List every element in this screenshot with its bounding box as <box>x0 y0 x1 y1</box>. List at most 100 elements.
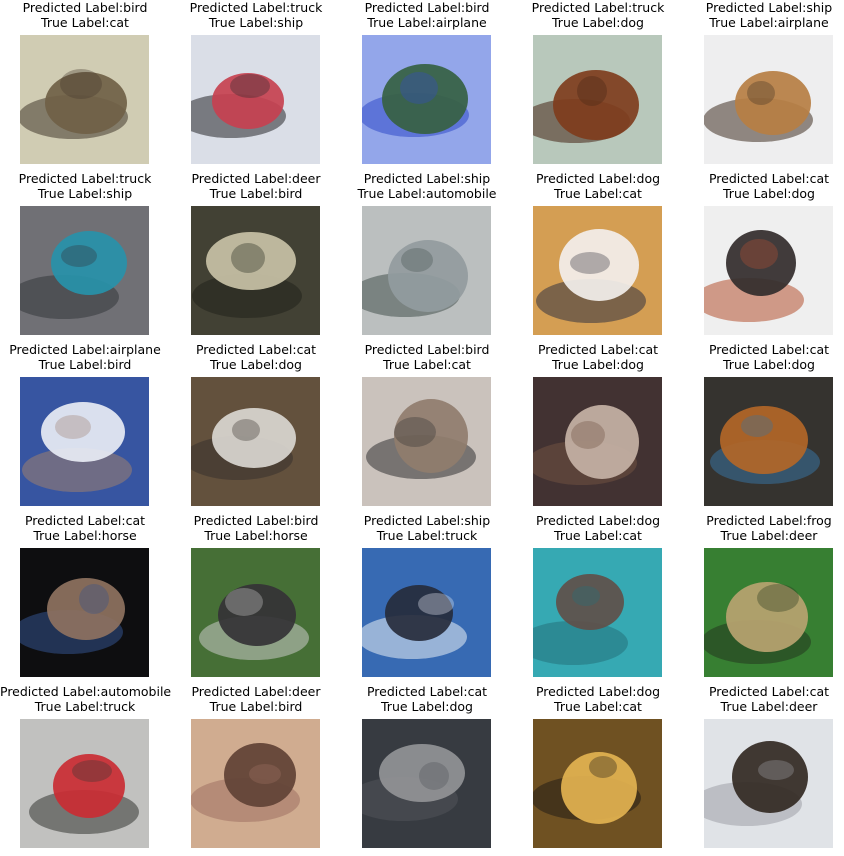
thumbnail-image <box>362 35 491 164</box>
true-label: True Label:deer <box>720 699 818 714</box>
predicted-label: Predicted Label:ship <box>705 0 833 15</box>
thumbnail-image <box>191 548 320 677</box>
thumbnail-graphic <box>533 719 662 848</box>
predicted-label: Predicted Label:bird <box>22 0 148 15</box>
true-label: True Label:dog <box>210 357 302 372</box>
cell-title: Predicted Label:ship True Label:automobil… <box>342 171 512 201</box>
cell-title: Predicted Label:cat True Label:dog <box>342 684 512 714</box>
cell-title: Predicted Label:bird True Label:horse <box>171 513 341 543</box>
thumbnail-graphic <box>704 548 833 677</box>
thumbnail-sheen <box>362 548 491 677</box>
predicted-label: Predicted Label:cat <box>195 342 317 357</box>
thumbnail-sheen <box>191 377 320 506</box>
true-label: True Label:dog <box>723 357 815 372</box>
cell-title: Predicted Label:cat True Label:dog <box>684 342 844 372</box>
cell-title: Predicted Label:cat True Label:dog <box>513 342 683 372</box>
thumbnail-image <box>362 206 491 335</box>
thumbnail-graphic <box>20 35 149 164</box>
thumbnail-sheen <box>20 548 149 677</box>
thumbnail-graphic <box>533 377 662 506</box>
true-label: True Label:deer <box>720 528 818 543</box>
thumbnail-sheen <box>191 719 320 848</box>
predicted-label: Predicted Label:cat <box>366 684 488 699</box>
thumbnail-graphic <box>20 719 149 848</box>
thumbnail-image <box>191 719 320 848</box>
cell-title: Predicted Label:dog True Label:cat <box>513 513 683 543</box>
true-label: True Label:dog <box>552 357 644 372</box>
thumbnail-image <box>533 206 662 335</box>
true-label: True Label:cat <box>41 15 129 30</box>
cell-title: Predicted Label:ship True Label:truck <box>342 513 512 543</box>
thumbnail-sheen <box>191 35 320 164</box>
cell-title: Predicted Label:bird True Label:cat <box>342 342 512 372</box>
thumbnail-graphic <box>533 206 662 335</box>
thumbnail-image <box>191 377 320 506</box>
thumbnail-sheen <box>362 206 491 335</box>
prediction-cell: Predicted Label:cat True Label:dog <box>513 342 683 512</box>
cell-title: Predicted Label:truck True Label:dog <box>513 0 683 30</box>
true-label: True Label:cat <box>554 186 642 201</box>
true-label: True Label:dog <box>552 15 644 30</box>
predicted-label: Predicted Label:deer <box>191 684 321 699</box>
true-label: True Label:cat <box>383 357 471 372</box>
cell-title: Predicted Label:cat True Label:horse <box>0 513 170 543</box>
predicted-label: Predicted Label:deer <box>191 171 321 186</box>
prediction-cell: Predicted Label:bird True Label:cat <box>0 0 170 170</box>
prediction-cell: Predicted Label:airplane True Label:bird <box>0 342 170 512</box>
true-label: True Label:ship <box>208 15 304 30</box>
cell-title: Predicted Label:ship True Label:airplane <box>684 0 844 30</box>
thumbnail-sheen <box>20 719 149 848</box>
predicted-label: Predicted Label:airplane <box>9 342 161 357</box>
true-label: True Label:airplane <box>709 15 829 30</box>
true-label: True Label:dog <box>723 186 815 201</box>
true-label: True Label:dog <box>381 699 473 714</box>
predicted-label: Predicted Label:cat <box>708 342 830 357</box>
predicted-label: Predicted Label:cat <box>708 684 830 699</box>
predicted-label: Predicted Label:cat <box>708 171 830 186</box>
prediction-cell: Predicted Label:bird True Label:cat <box>342 342 512 512</box>
thumbnail-graphic <box>20 206 149 335</box>
true-label: True Label:cat <box>554 699 642 714</box>
thumbnail-sheen <box>533 206 662 335</box>
cell-title: Predicted Label:cat True Label:dog <box>171 342 341 372</box>
prediction-cell: Predicted Label:dog True Label:cat <box>513 171 683 341</box>
thumbnail-sheen <box>362 35 491 164</box>
predicted-label: Predicted Label:frog <box>706 513 832 528</box>
thumbnail-sheen <box>20 206 149 335</box>
thumbnail-sheen <box>191 548 320 677</box>
cell-title: Predicted Label:deer True Label:bird <box>171 684 341 714</box>
prediction-cell: Predicted Label:ship True Label:automobil… <box>342 171 512 341</box>
true-label: True Label:bird <box>209 699 303 714</box>
thumbnail-sheen <box>533 719 662 848</box>
predicted-label: Predicted Label:ship <box>363 171 491 186</box>
thumbnail-graphic <box>704 719 833 848</box>
predicted-label: Predicted Label:truck <box>189 0 323 15</box>
thumbnail-image <box>704 719 833 848</box>
thumbnail-graphic <box>191 719 320 848</box>
thumbnail-sheen <box>704 548 833 677</box>
thumbnail-sheen <box>704 377 833 506</box>
prediction-cell: Predicted Label:cat True Label:dog <box>684 171 844 341</box>
prediction-cell: Predicted Label:ship True Label:truck <box>342 513 512 683</box>
thumbnail-image <box>20 719 149 848</box>
true-label: True Label:ship <box>37 186 133 201</box>
cell-title: Predicted Label:frog True Label:deer <box>684 513 844 543</box>
prediction-cell: Predicted Label:frog True Label:deer <box>684 513 844 683</box>
predicted-label: Predicted Label:bird <box>364 342 490 357</box>
thumbnail-image <box>362 377 491 506</box>
thumbnail-sheen <box>704 35 833 164</box>
prediction-cell: Predicted Label:bird True Label:horse <box>171 513 341 683</box>
predicted-label: Predicted Label:automobile <box>0 684 172 699</box>
prediction-grid: Predicted Label:bird True Label:cat Predic… <box>0 0 844 856</box>
thumbnail-image <box>20 548 149 677</box>
cell-title: Predicted Label:deer True Label:bird <box>171 171 341 201</box>
thumbnail-image <box>362 548 491 677</box>
true-label: True Label:bird <box>38 357 132 372</box>
thumbnail-sheen <box>191 206 320 335</box>
prediction-cell: Predicted Label:ship True Label:airplane <box>684 0 844 170</box>
predicted-label: Predicted Label:dog <box>535 684 661 699</box>
thumbnail-image <box>20 35 149 164</box>
thumbnail-sheen <box>533 548 662 677</box>
prediction-cell: Predicted Label:truck True Label:ship <box>171 0 341 170</box>
thumbnail-graphic <box>362 719 491 848</box>
